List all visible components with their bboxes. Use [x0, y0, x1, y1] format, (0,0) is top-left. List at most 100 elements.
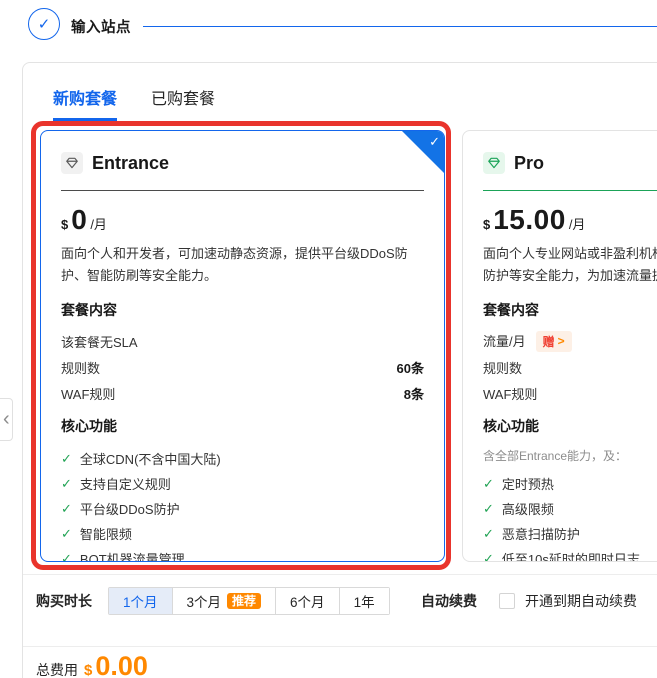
currency-symbol: $: [483, 217, 490, 232]
content-section-title: 套餐内容: [61, 300, 424, 320]
price: $ 15.00 /月: [483, 204, 657, 234]
total-currency-symbol: $: [84, 662, 92, 678]
feature-item: 智能限频: [61, 521, 424, 546]
plan-description: 面向个人和开发者，可加速动静态资源，提供平台级DDoS防护、智能防刷等安全能力。: [61, 243, 424, 287]
price: $ 0 /月: [61, 204, 424, 234]
gift-badge[interactable]: 赠>: [536, 331, 572, 352]
plan-header: Entrance: [61, 151, 424, 175]
option-label: 6个月: [290, 591, 325, 611]
features-section-title: 核心功能: [483, 416, 657, 436]
feature-item: 全球CDN(不含中国大陆): [61, 446, 424, 471]
feature-item: 平台级DDoS防护: [61, 496, 424, 521]
feature-label: BOT机器流量管理: [80, 549, 185, 562]
gem-icon: [61, 152, 83, 174]
plan-name: Pro: [514, 153, 544, 174]
feature-item: 支持自定义规则: [61, 471, 424, 496]
plan-panel: 新购套餐 已购套餐 Entrance $ 0: [22, 62, 657, 678]
plan-card-pro[interactable]: Pro $ 15.00 /月 面向个人专业网站或非盈利机构，提 防护等安全能力，…: [462, 130, 657, 562]
total-cost-row: 总费用 $ 0.00: [36, 651, 148, 678]
divider: [23, 646, 657, 647]
rules-row: 规则数: [483, 357, 657, 377]
description-line: 防护等安全能力，为加速流量提供更: [483, 265, 657, 287]
plan-header: Pro: [483, 151, 657, 175]
gem-icon: [483, 152, 505, 174]
step-check-icon: [28, 8, 60, 40]
feature-label: 高级限频: [502, 499, 554, 518]
tab-bar: 新购套餐 已购套餐: [53, 85, 215, 121]
step-title: 输入站点: [71, 16, 131, 37]
selected-check-icon: [402, 131, 444, 173]
traffic-row: 流量/月赠>: [483, 331, 657, 351]
plan-cards: Entrance $ 0 /月 面向个人和开发者，可加速动静态资源，提供平台级D…: [40, 130, 657, 562]
features-note: 含全部Entrance能力，及：: [483, 446, 657, 471]
plan-card-entrance[interactable]: Entrance $ 0 /月 面向个人和开发者，可加速动静态资源，提供平台级D…: [40, 130, 445, 562]
plan-name: Entrance: [92, 153, 169, 174]
row-label: 流量/月: [483, 334, 526, 349]
feature-label: 恶意扫描防护: [502, 524, 580, 543]
waf-row: WAF规则 8条: [61, 383, 424, 403]
check-icon: [61, 451, 72, 467]
row-label: WAF规则: [483, 384, 537, 403]
feature-item: BOT机器流量管理: [61, 546, 424, 562]
feature-list: 全球CDN(不含中国大陆) 支持自定义规则 平台级DDoS防护 智能限频 BOT…: [61, 446, 424, 562]
recommend-badge: 推荐: [227, 593, 261, 609]
check-icon: [61, 476, 72, 492]
check-icon: [61, 526, 72, 542]
duration-option-1month[interactable]: 1个月: [109, 588, 172, 614]
sla-row: 该套餐无SLA: [61, 331, 424, 351]
carousel-prev-button[interactable]: [0, 398, 13, 441]
auto-renew-label: 自动续费: [421, 591, 477, 611]
traffic-row-left: 流量/月赠>: [483, 331, 572, 352]
feature-label: 低至10s延时的即时日志: [502, 549, 640, 562]
total-amount: 0.00: [95, 651, 148, 678]
waf-row: WAF规则: [483, 383, 657, 403]
feature-item: 恶意扫描防护: [483, 521, 657, 546]
option-label: 3个月: [187, 591, 222, 611]
content-section-title: 套餐内容: [483, 300, 657, 320]
auto-renew-text[interactable]: 开通到期自动续费: [525, 591, 637, 611]
feature-label: 支持自定义规则: [80, 474, 171, 493]
row-value: 60条: [397, 358, 424, 377]
divider: [61, 190, 424, 191]
step-header: 输入站点: [0, 0, 657, 56]
check-icon: [61, 551, 72, 563]
currency-symbol: $: [61, 217, 68, 232]
price-amount: 0: [71, 204, 87, 236]
features-section-title: 核心功能: [61, 416, 424, 436]
divider: [483, 190, 657, 191]
row-value: 8条: [404, 384, 424, 403]
feature-item: 低至10s延时的即时日志: [483, 546, 657, 562]
price-unit: /月: [569, 214, 586, 233]
gift-badge-label: 赠: [543, 333, 555, 350]
duration-option-3months[interactable]: 3个月推荐: [172, 588, 276, 614]
auto-renew-checkbox[interactable]: [499, 593, 515, 609]
option-label: 1年: [354, 591, 375, 611]
plan-content-rows: 该套餐无SLA 规则数 60条 WAF规则 8条: [61, 331, 424, 403]
duration-option-1year[interactable]: 1年: [339, 588, 389, 614]
rules-row: 规则数 60条: [61, 357, 424, 377]
check-icon: [483, 501, 494, 517]
tab-purchased-plans[interactable]: 已购套餐: [151, 85, 215, 121]
row-label: WAF规则: [61, 384, 115, 403]
row-label: 规则数: [483, 358, 522, 377]
feature-label: 定时预热: [502, 474, 554, 493]
option-label: 1个月: [123, 591, 158, 611]
check-icon: [483, 526, 494, 542]
purchase-duration-label: 购买时长: [36, 591, 92, 611]
screen: 输入站点 新购套餐 已购套餐 Entrance: [0, 0, 657, 678]
feature-list: 含全部Entrance能力，及： 定时预热 高级限频 恶意扫描防护 低至10s延…: [483, 446, 657, 562]
divider: [23, 574, 657, 575]
plan-content-rows: 流量/月赠> 规则数 WAF规则: [483, 331, 657, 403]
duration-options: 1个月 3个月推荐 6个月 1年: [108, 587, 390, 615]
duration-option-6months[interactable]: 6个月: [275, 588, 339, 614]
check-icon: [483, 551, 494, 563]
check-icon: [61, 501, 72, 517]
plan-description: 面向个人专业网站或非盈利机构，提 防护等安全能力，为加速流量提供更: [483, 243, 657, 287]
price-amount: 15.00: [493, 204, 566, 236]
arrow-right-icon: >: [558, 334, 565, 348]
feature-label: 智能限频: [80, 524, 132, 543]
purchase-duration-row: 购买时长 1个月 3个月推荐 6个月 1年: [36, 587, 390, 615]
sla-note: 该套餐无SLA: [61, 332, 138, 351]
price-unit: /月: [90, 214, 107, 233]
tab-new-plans[interactable]: 新购套餐: [53, 85, 117, 121]
